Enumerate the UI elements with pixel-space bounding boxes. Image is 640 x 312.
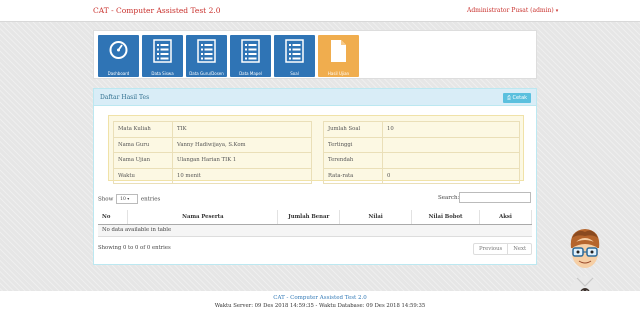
- list-icon: [241, 39, 260, 63]
- info-value: TIK: [172, 121, 312, 138]
- tile-label: Hasil Ujian: [327, 71, 350, 76]
- next-button[interactable]: Next: [507, 244, 531, 254]
- print-button-label: Cetak: [512, 95, 528, 101]
- info-value: 10: [382, 121, 520, 138]
- print-button[interactable]: ⎙ Cetak: [503, 93, 531, 103]
- column-header-no[interactable]: No: [98, 210, 129, 225]
- table-row: No data available in table: [98, 224, 532, 237]
- info-key: Tertinggi: [323, 136, 383, 153]
- results-table: No Nama Peserta Jumlah Benar Nilai Nilai…: [98, 210, 532, 237]
- chevron-down-icon: ▾: [127, 196, 130, 201]
- info-value: [382, 136, 520, 153]
- entries-select-value: 10: [120, 197, 126, 202]
- list-icon: [285, 39, 304, 63]
- footer: CAT - Computer Assisted Test 2.0 Waktu S…: [0, 291, 640, 312]
- column-header-nilai[interactable]: Nilai: [339, 210, 413, 225]
- tile-data-guru[interactable]: Data Guru/Dosen: [186, 35, 227, 77]
- info-row: Nama Ujian Ulangan Harian TIK 1: [113, 152, 312, 169]
- info-key: Nama Guru: [113, 136, 173, 153]
- list-icon: [153, 39, 172, 63]
- document-icon: [331, 40, 346, 62]
- footer-app-name[interactable]: CAT - Computer Assisted Test 2.0: [0, 295, 640, 301]
- user-menu[interactable]: Administrator Pusat (admin) ▾: [467, 7, 558, 14]
- list-icon: [197, 39, 216, 63]
- results-panel: Daftar Hasil Tes ⎙ Cetak Mata Kuliah TIK …: [93, 88, 537, 265]
- info-key: Nama Ujian: [113, 152, 173, 169]
- search-label: Search:: [438, 195, 460, 201]
- tile-data-mapel[interactable]: Data Mapel: [230, 35, 271, 77]
- dashboard-gauge-icon: [109, 41, 128, 59]
- entries-control: Show 10 ▾ entries: [98, 194, 160, 204]
- exam-info-left: Mata Kuliah TIK Nama Guru Vanny Hadiwijaya…: [113, 121, 312, 184]
- info-value: 10 menit: [172, 167, 312, 184]
- entries-select[interactable]: 10 ▾: [116, 194, 139, 204]
- info-key: Terendah: [323, 152, 383, 169]
- pagination: Previous Next: [473, 243, 533, 255]
- table-header-row: No Nama Peserta Jumlah Benar Nilai Nilai…: [98, 210, 532, 225]
- info-value: Ulangan Harian TIK 1: [172, 152, 312, 169]
- info-row: Nama Guru Vanny Hadiwijaya, S.Kom: [113, 136, 312, 153]
- app-brand[interactable]: CAT - Computer Assisted Test 2.0: [93, 6, 221, 15]
- tile-hasil-ujian[interactable]: Hasil Ujian: [318, 35, 359, 77]
- column-header-nilai-bobot[interactable]: Nilai Bobot: [411, 210, 481, 225]
- tile-label: Soal: [290, 71, 299, 76]
- column-header-jumlah-benar[interactable]: Jumlah Benar: [277, 210, 341, 225]
- info-row: Tertinggi: [323, 136, 520, 153]
- info-row: Waktu 10 menit: [113, 167, 312, 184]
- search-input[interactable]: [459, 192, 531, 203]
- table-info: Showing 0 to 0 of 0 entries: [98, 245, 171, 251]
- info-row: Terendah: [323, 152, 520, 169]
- info-key: Jumlah Soal: [323, 121, 383, 138]
- footer-server-time: Waktu Server: 09 Des 2018 14:59:35 - Wak…: [214, 303, 426, 309]
- tile-soal[interactable]: Soal: [274, 35, 315, 77]
- empty-table-message: No data available in table: [98, 224, 532, 237]
- exam-info-box: Mata Kuliah TIK Nama Guru Vanny Hadiwijaya…: [108, 115, 524, 184]
- info-value: [382, 152, 520, 169]
- info-key: Rata-rata: [323, 167, 383, 184]
- menu-panel: Dashboard Data Siswa Data Guru/Dosen Dat…: [93, 30, 537, 79]
- info-key: Waktu: [113, 167, 173, 184]
- print-icon: ⎙: [506, 95, 511, 101]
- exam-info-right: Jumlah Soal 10 Tertinggi Terendah Rata-ra…: [323, 121, 520, 184]
- column-header-aksi[interactable]: Aksi: [479, 210, 532, 225]
- show-label: Show: [98, 196, 114, 203]
- info-row: Rata-rata 0: [323, 167, 520, 184]
- tile-data-siswa[interactable]: Data Siswa: [142, 35, 183, 77]
- user-menu-label: Administrator Pusat (admin): [467, 7, 554, 14]
- tile-label: Data Mapel: [239, 71, 262, 76]
- tile-dashboard[interactable]: Dashboard: [98, 35, 139, 77]
- entries-label: entries: [140, 196, 161, 203]
- top-navbar: CAT - Computer Assisted Test 2.0 Adminis…: [0, 0, 640, 22]
- info-value: Vanny Hadiwijaya, S.Kom: [172, 136, 312, 153]
- info-row: Jumlah Soal 10: [323, 121, 520, 138]
- tile-label: Dashboard: [107, 71, 130, 76]
- info-value: 0: [382, 167, 520, 184]
- info-key: Mata Kuliah: [113, 121, 173, 138]
- info-row: Mata Kuliah TIK: [113, 121, 312, 138]
- caret-down-icon: ▾: [555, 8, 559, 14]
- panel-header: Daftar Hasil Tes ⎙ Cetak: [94, 89, 536, 106]
- tile-label: Data Siswa: [151, 71, 174, 76]
- column-header-nama[interactable]: Nama Peserta: [127, 210, 279, 225]
- panel-title: Daftar Hasil Tes: [100, 94, 150, 101]
- tile-label: Data Guru/Dosen: [189, 71, 224, 76]
- previous-button[interactable]: Previous: [474, 244, 507, 254]
